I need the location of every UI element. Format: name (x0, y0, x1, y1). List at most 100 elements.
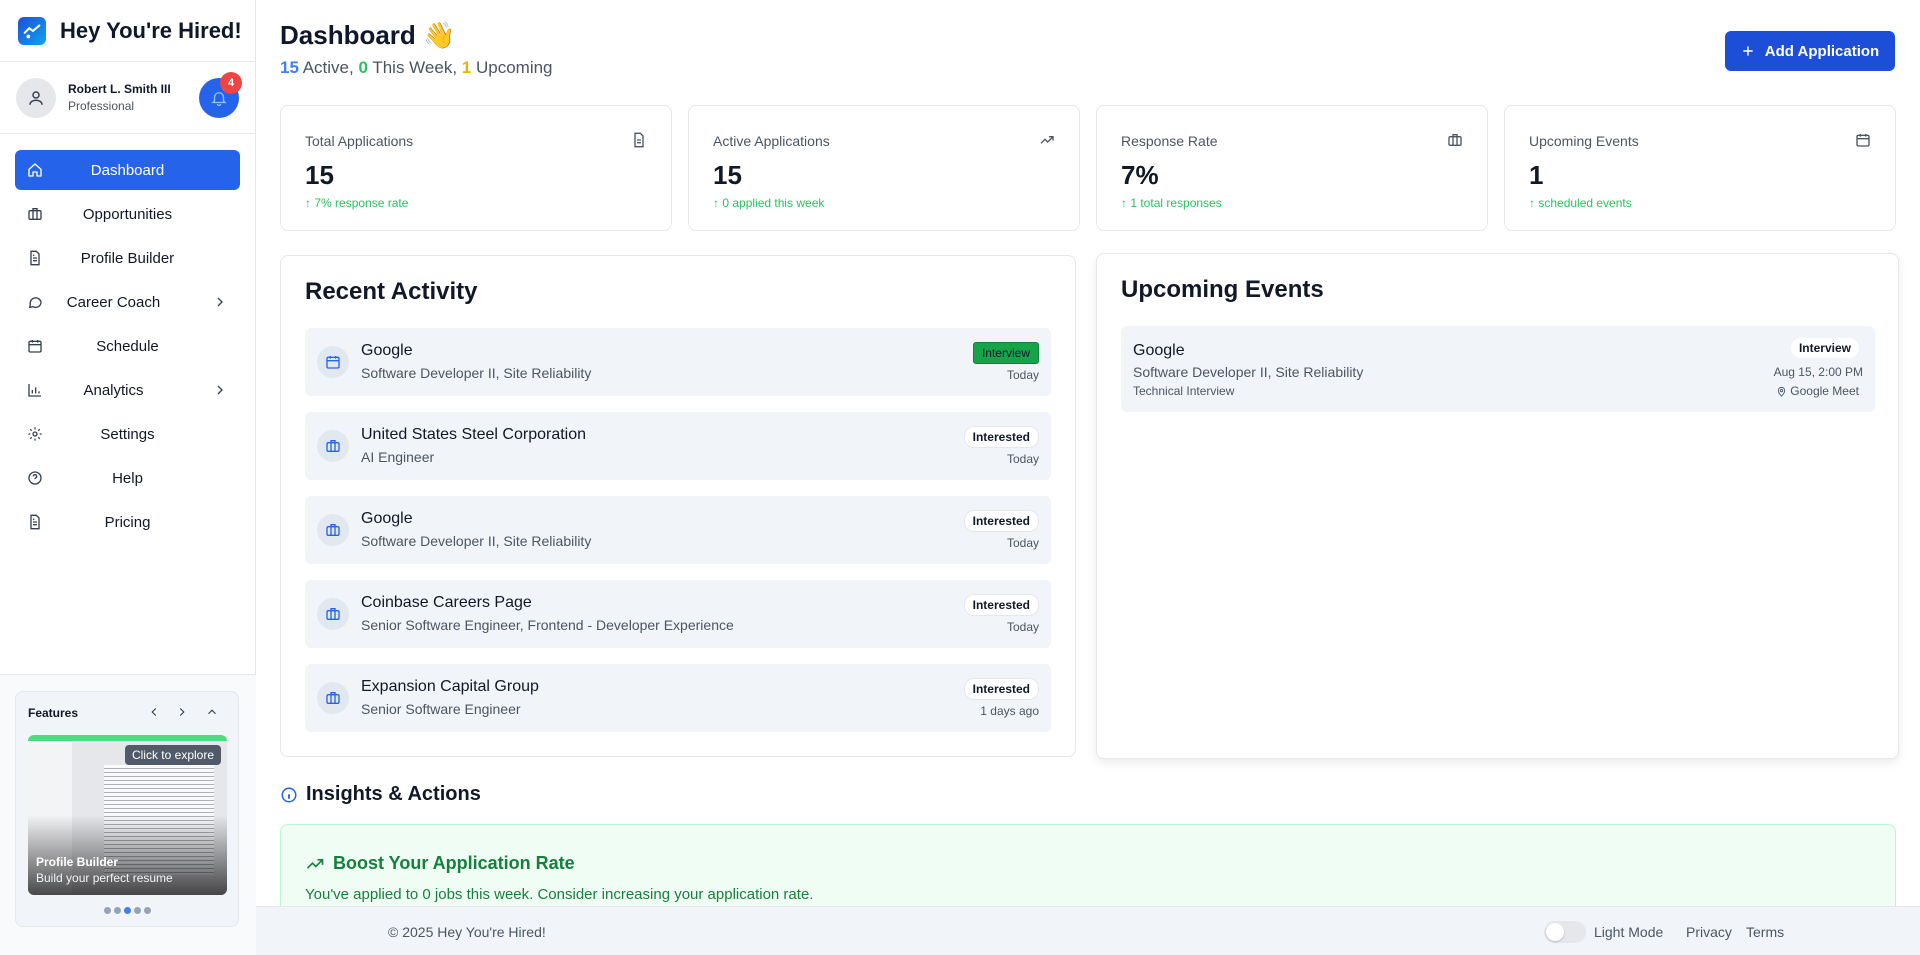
carousel-dot[interactable] (103, 907, 111, 914)
nav-item-profile-builder[interactable]: Profile Builder (15, 238, 240, 278)
activity-company: Google (361, 510, 413, 527)
carousel-dots (16, 907, 238, 914)
carousel-prev-button[interactable] (145, 703, 163, 721)
activity-item[interactable]: United States Steel Corporation AI Engin… (305, 412, 1051, 480)
chevron-right-icon (217, 297, 223, 307)
activity-company: Expansion Capital Group (361, 678, 539, 695)
stat-card-response-rate[interactable]: Response Rate 7% ↑ 1 total responses (1096, 105, 1488, 231)
features-carousel: Features Click to explore Profile Builde… (15, 691, 239, 927)
carousel-dot[interactable] (133, 907, 141, 914)
stat-card-upcoming-events[interactable]: Upcoming Events 1 ↑ scheduled events (1504, 105, 1896, 231)
activity-company: United States Steel Corporation (361, 426, 587, 443)
upcoming-label: Upcoming (471, 58, 553, 77)
chevron-left-icon (151, 708, 157, 716)
stat-card-active-applications[interactable]: Active Applications 15 ↑ 0 applied this … (688, 105, 1080, 231)
week-label: This Week, (367, 58, 462, 77)
explore-chip[interactable]: Click to explore (124, 745, 221, 765)
stat-trend: ↑ 7% response rate (305, 196, 409, 210)
nav-label: Opportunities (82, 205, 173, 223)
activity-icon (317, 346, 349, 378)
brand-title: Hey You're Hired! (60, 17, 242, 43)
activity-time: Today (1006, 620, 1039, 634)
stat-value: 7% (1121, 160, 1159, 190)
add-application-button[interactable]: Add Application (1725, 31, 1895, 71)
nav-item-settings[interactable]: Settings (15, 414, 240, 454)
status-badge: Interview (1790, 338, 1859, 358)
event-location: Google Meet (1776, 384, 1859, 398)
recent-activity-card: Recent Activity Google Software Develope… (280, 255, 1076, 757)
recent-activity-title: Recent Activity (305, 278, 478, 305)
collapse-features-button[interactable] (203, 703, 221, 721)
privacy-link[interactable]: Privacy (1686, 924, 1732, 940)
page-summary: 15 Active, 0 This Week, 1 Upcoming (280, 58, 553, 78)
nav-label: Analytics (83, 381, 144, 399)
briefcase-icon (1448, 134, 1462, 146)
plus-icon (1743, 46, 1753, 56)
carousel-dot[interactable] (143, 907, 151, 914)
status-badge: Interested (963, 510, 1039, 532)
nav-item-career-coach[interactable]: Career Coach (15, 282, 240, 322)
event-role: Software Developer II, Site Reliability (1133, 364, 1364, 380)
activity-role: Software Developer II, Site Reliability (361, 365, 592, 381)
briefcase-icon (326, 608, 340, 620)
nav-item-analytics[interactable]: Analytics (15, 370, 240, 410)
carousel-dot-active[interactable] (123, 907, 131, 914)
feature-caption-title: Profile Builder (36, 855, 119, 869)
feature-caption-subtitle: Build your perfect resume (36, 871, 173, 885)
briefcase-icon (326, 524, 340, 536)
main-content: Dashboard 👋 15 Active, 0 This Week, 1 Up… (256, 0, 1920, 955)
carousel-dot[interactable] (113, 907, 121, 914)
trending-up-icon (306, 858, 324, 869)
document-icon (30, 250, 40, 266)
main-nav: Dashboard Opportunities Profile Builder … (0, 134, 255, 562)
stat-trend: ↑ 0 applied this week (713, 196, 825, 210)
nav-item-schedule[interactable]: Schedule (15, 326, 240, 366)
event-item[interactable]: Google Software Developer II, Site Relia… (1121, 326, 1875, 412)
nav-item-dashboard[interactable]: Dashboard (15, 150, 240, 190)
nav-item-opportunities[interactable]: Opportunities (15, 194, 240, 234)
stat-label: Active Applications (713, 133, 830, 149)
stat-label: Total Applications (305, 133, 414, 149)
activity-role: Software Developer II, Site Reliability (361, 533, 592, 549)
activity-icon (317, 598, 349, 630)
nav-label: Help (112, 469, 143, 487)
activity-time: 1 days ago (980, 704, 1039, 718)
status-badge: Interview (972, 342, 1039, 364)
activity-time: Today (1006, 452, 1039, 466)
stat-value: 15 (713, 160, 742, 190)
activity-item[interactable]: Coinbase Careers Page Senior Software En… (305, 580, 1051, 648)
nav-item-pricing[interactable]: Pricing (15, 502, 240, 542)
nav-label: Schedule (96, 337, 159, 355)
feature-preview-image[interactable]: Click to explore Profile Builder Build y… (28, 735, 227, 895)
terms-link[interactable]: Terms (1746, 924, 1784, 940)
upcoming-events-title: Upcoming Events (1121, 276, 1324, 303)
carousel-next-button[interactable] (173, 703, 191, 721)
theme-label: Light Mode (1594, 924, 1664, 940)
stat-trend: ↑ scheduled events (1529, 196, 1632, 210)
stat-value: 15 (305, 160, 334, 190)
info-icon (281, 787, 297, 802)
activity-item[interactable]: Expansion Capital Group Senior Software … (305, 664, 1051, 732)
activity-icon (317, 514, 349, 546)
theme-toggle[interactable] (1544, 921, 1586, 943)
nav-label: Dashboard (90, 161, 165, 179)
footer: © 2025 Hey You're Hired! Light Mode Priv… (256, 906, 1920, 955)
stat-trend-text: 1 total responses (1130, 196, 1222, 210)
status-badge: Interested (963, 426, 1039, 448)
nav-label: Profile Builder (80, 249, 175, 267)
calendar-icon (1856, 134, 1870, 147)
nav-item-help[interactable]: Help (15, 458, 240, 498)
activity-item[interactable]: Google Software Developer II, Site Relia… (305, 496, 1051, 564)
brand[interactable]: Hey You're Hired! (0, 0, 255, 62)
user-profile[interactable]: Robert L. Smith III Professional 4 (0, 62, 255, 134)
chat-icon (28, 297, 42, 309)
activity-icon (317, 430, 349, 462)
trending-up-icon (1040, 136, 1054, 144)
insights-header: Insights & Actions (280, 783, 481, 806)
nav-label: Pricing (104, 513, 151, 531)
week-count: 0 (358, 58, 368, 77)
stat-card-total-applications[interactable]: Total Applications 15 ↑ 7% response rate (280, 105, 672, 231)
avatar[interactable] (16, 77, 56, 118)
toggle-knob (1546, 923, 1564, 941)
activity-item[interactable]: Google Software Developer II, Site Relia… (305, 328, 1051, 396)
